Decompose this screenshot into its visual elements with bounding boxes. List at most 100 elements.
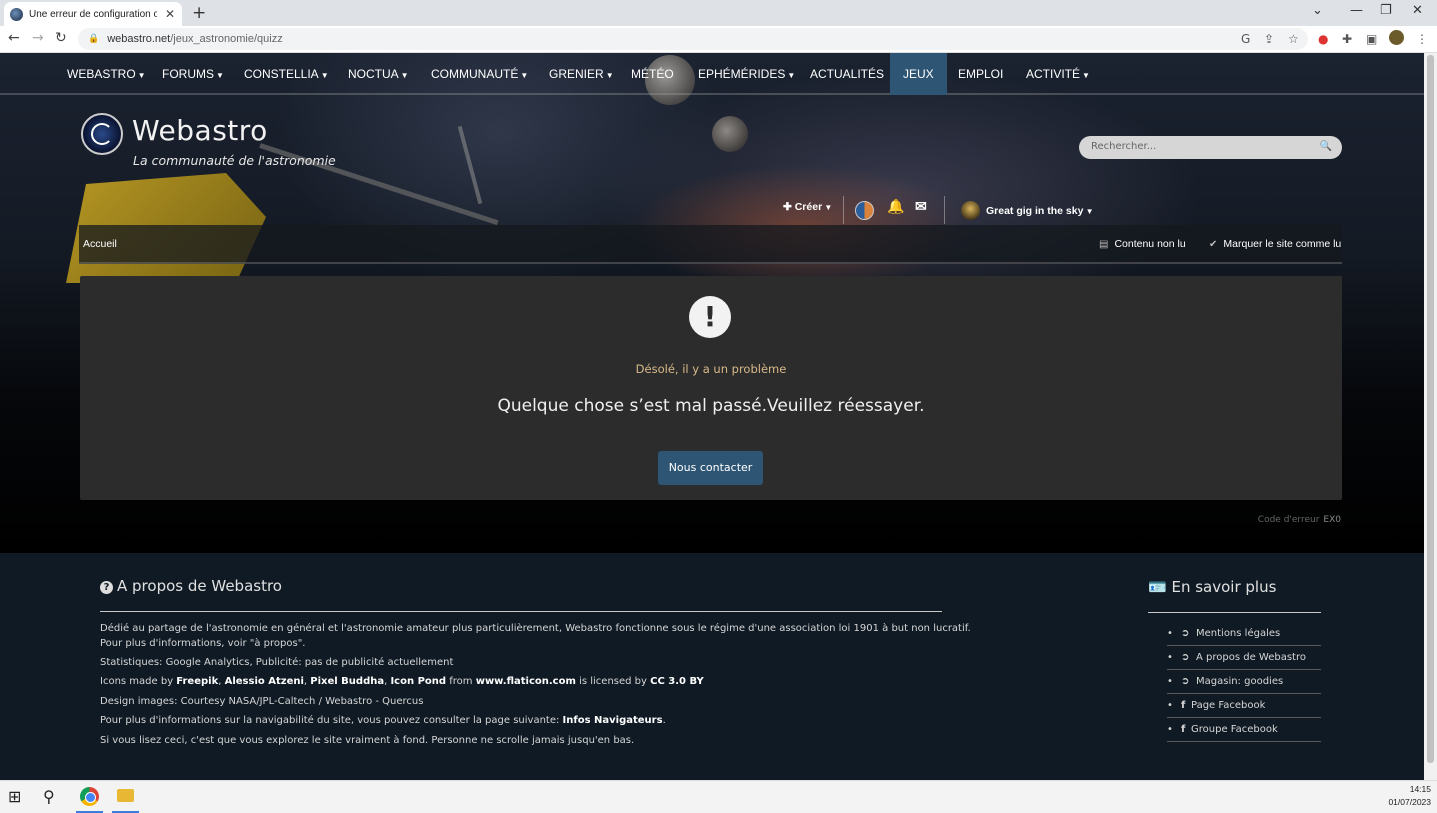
nav-item-constellia[interactable]: CONSTELLIA ▼ <box>244 53 329 95</box>
arrow-circle-icon: ➲ <box>1181 676 1190 687</box>
footer: ? A propos de Webastro Dédié au partage d… <box>0 553 1424 780</box>
search-input[interactable]: Rechercher... 🔍 <box>1079 136 1342 159</box>
url-host: webastro.net <box>107 33 171 45</box>
search-icon[interactable]: 🔍 <box>1320 141 1332 152</box>
nav-item-activite[interactable]: ACTIVITÉ ▼ <box>1026 53 1090 95</box>
contact-button[interactable]: Nous contacter <box>658 451 763 485</box>
create-button[interactable]: ✚ Créer ▼ <box>783 201 832 221</box>
page-scrollbar[interactable] <box>1424 53 1437 780</box>
file-explorer-icon[interactable] <box>117 789 134 802</box>
telescope-strut-image <box>457 125 483 205</box>
nav-info-suffix: . <box>662 715 666 726</box>
address-bar[interactable]: 🔒 webastro.net/jeux_astronomie/quizz <box>78 28 1308 50</box>
nav-label: CONSTELLIA <box>244 67 319 81</box>
forward-icon[interactable]: → <box>32 30 44 46</box>
easter-egg-text: Si vous lisez ceci, c'est que vous explo… <box>100 735 635 746</box>
browser-tab-strip: Une erreur de configuration ou u ✕ + ⌄ —… <box>0 0 1437 26</box>
credit-link[interactable]: Alessio Atzeni <box>225 676 304 687</box>
mark-read-link[interactable]: ✔ Marquer le site comme lu <box>1209 238 1341 250</box>
side-panel-icon[interactable]: ▣ <box>1366 32 1377 46</box>
nav-label: MÉTÉO <box>631 67 674 81</box>
nav-item-communaute[interactable]: COMMUNAUTÉ ▼ <box>431 53 528 95</box>
link-label: Magasin: goodies <box>1196 676 1284 687</box>
nav-item-jeux[interactable]: JEUX <box>890 53 947 95</box>
footer-link-facebook-page[interactable]: • f Page Facebook <box>1167 694 1321 718</box>
divider <box>944 196 945 224</box>
new-tab-icon[interactable]: + <box>192 3 206 23</box>
browser-tab[interactable]: Une erreur de configuration ou u ✕ <box>4 2 182 26</box>
nav-label: NOCTUA <box>348 67 399 81</box>
windows-taskbar: ⊞ ⚲ 14:15 01/07/2023 <box>0 780 1437 813</box>
search-icon[interactable]: ⚲ <box>43 787 55 806</box>
bookmark-star-icon[interactable]: ☆ <box>1288 32 1299 46</box>
extensions-puzzle-icon[interactable]: ✚ <box>1342 32 1352 46</box>
credit-link[interactable]: Icon Pond <box>390 676 446 687</box>
facebook-icon: f <box>1181 724 1186 735</box>
breadcrumb-home[interactable]: Accueil <box>83 238 117 250</box>
credit-link[interactable]: Freepik <box>176 676 218 687</box>
language-globe-icon[interactable] <box>855 201 874 220</box>
nav-label: JEUX <box>903 67 934 81</box>
system-clock[interactable]: 14:15 01/07/2023 <box>1388 783 1431 809</box>
footer-link-shop[interactable]: • ➲ Magasin: goodies <box>1167 670 1321 694</box>
link-label: A propos de Webastro <box>1196 652 1306 663</box>
nav-item-noctua[interactable]: NOCTUA ▼ <box>348 53 409 95</box>
nav-item-emploi[interactable]: EMPLOI <box>958 53 1003 95</box>
breadcrumb-bar: Accueil ▤ Contenu non lu ✔ Marquer le site… <box>79 225 1342 264</box>
tab-search-chevron-icon[interactable]: ⌄ <box>1312 3 1323 18</box>
mark-read-label: Marquer le site comme lu <box>1223 238 1342 250</box>
credit-text: is licensed by <box>575 676 651 687</box>
credit-text: Icons made by <box>100 676 177 687</box>
adblock-extension-icon[interactable]: ● <box>1318 32 1328 46</box>
caret-down-icon: ▼ <box>137 71 146 80</box>
nav-item-actualites[interactable]: ACTUALITÉS <box>810 53 884 95</box>
messages-envelope-icon[interactable]: ✉ <box>915 198 927 218</box>
footer-link-facebook-group[interactable]: • f Groupe Facebook <box>1167 718 1321 742</box>
browser-menu-icon[interactable]: ⋮ <box>1416 32 1428 46</box>
url-path: /jeux_astronomie/quizz <box>170 33 283 45</box>
close-window-icon[interactable]: ✕ <box>1412 3 1423 18</box>
footer-link-about[interactable]: • ➲ A propos de Webastro <box>1167 646 1321 670</box>
reload-icon[interactable]: ↻ <box>55 30 67 46</box>
nav-label: EMPLOI <box>958 67 1004 81</box>
credit-link[interactable]: Pixel Buddha <box>310 676 384 687</box>
share-icon[interactable]: ⇪ <box>1264 32 1274 46</box>
error-message: Quelque chose s’est mal passé.Veuillez r… <box>497 396 925 416</box>
create-label: Créer <box>794 201 823 213</box>
user-menu[interactable]: Great gig in the sky ▼ <box>986 205 1094 225</box>
bullet: • <box>1167 652 1173 663</box>
user-avatar[interactable] <box>961 201 980 220</box>
browsers-info-link[interactable]: Infos Navigateurs <box>563 715 663 726</box>
nav-item-webastro[interactable]: WEBASTRO ▼ <box>67 53 146 95</box>
nav-item-grenier[interactable]: GRENIER ▼ <box>549 53 614 95</box>
notifications-bell-icon[interactable]: 🔔 <box>887 198 904 218</box>
scrollbar-thumb[interactable] <box>1427 55 1434 763</box>
license-link[interactable]: CC 3.0 BY <box>650 676 704 687</box>
chrome-icon[interactable] <box>80 787 99 806</box>
profile-avatar-icon[interactable] <box>1389 30 1404 45</box>
caret-down-icon: ▼ <box>1082 71 1090 80</box>
minimize-icon[interactable]: — <box>1350 3 1363 18</box>
nav-label: ACTUALITÉS <box>810 67 885 81</box>
about-text-line: Pour plus d'informations, voir "à propos… <box>100 638 306 649</box>
footer-link-mentions[interactable]: • ➲ Mentions légales <box>1167 622 1321 646</box>
close-tab-icon[interactable]: ✕ <box>165 7 175 21</box>
question-circle-icon: ? <box>100 581 113 594</box>
nav-item-meteo[interactable]: MÉTÉO <box>631 53 674 95</box>
about-heading: ? A propos de Webastro <box>100 577 282 595</box>
site-title[interactable]: Webastro <box>132 114 268 147</box>
google-icon[interactable]: G <box>1241 32 1250 46</box>
nav-item-ephemerides[interactable]: EPHÉMÉRIDES ▼ <box>698 53 795 95</box>
error-subtitle: Désolé, il y a un problème <box>635 362 787 376</box>
flaticon-link[interactable]: www.flaticon.com <box>476 676 576 687</box>
restore-icon[interactable]: ❐ <box>1380 3 1392 18</box>
arrow-circle-icon: ➲ <box>1181 652 1190 663</box>
tab-title: Une erreur de configuration ou u <box>29 8 157 20</box>
nav-item-forums[interactable]: FORUMS ▼ <box>162 53 224 95</box>
divider <box>100 611 942 612</box>
back-icon[interactable]: ← <box>8 30 20 46</box>
unread-content-link[interactable]: ▤ Contenu non lu <box>1099 238 1186 250</box>
webastro-logo[interactable] <box>81 113 123 155</box>
unread-label: Contenu non lu <box>1114 238 1186 250</box>
windows-start-icon[interactable]: ⊞ <box>8 787 21 806</box>
